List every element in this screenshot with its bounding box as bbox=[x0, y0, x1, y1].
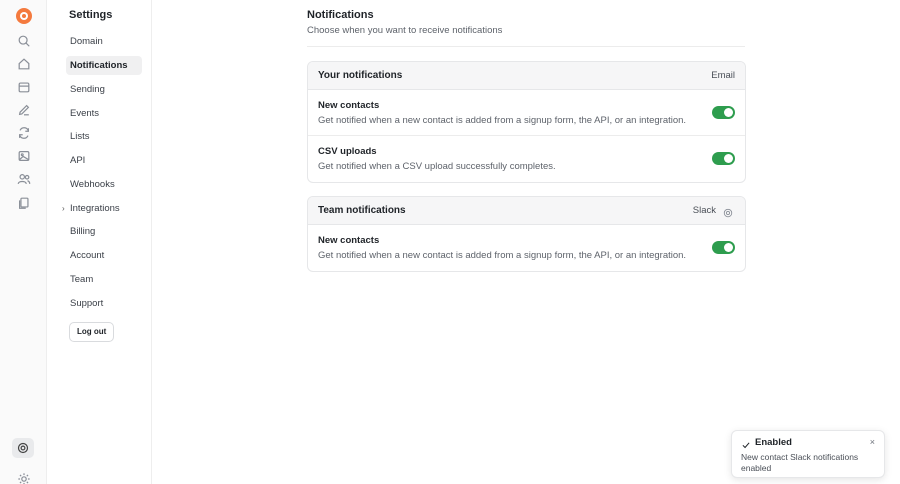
logout-button[interactable]: Log out bbox=[69, 322, 115, 342]
check-icon bbox=[741, 438, 751, 449]
sidebar-item-label: Integrations bbox=[70, 203, 120, 214]
sidebar-item-integrations[interactable]: › Integrations bbox=[62, 199, 142, 218]
sidebar-item-lists[interactable]: Lists bbox=[66, 127, 142, 146]
sidebar-item-support[interactable]: Support bbox=[66, 294, 142, 313]
toast-message: New contact Slack notifications enabled bbox=[741, 452, 859, 473]
help-icon[interactable] bbox=[12, 438, 34, 458]
search-icon[interactable] bbox=[16, 33, 32, 49]
sidebar-item-account[interactable]: Account bbox=[66, 246, 142, 265]
sidebar-item-team[interactable]: Team bbox=[66, 270, 142, 289]
card-header: Your notifications Email bbox=[308, 62, 745, 90]
logo-icon[interactable] bbox=[16, 8, 32, 24]
inbox-icon[interactable] bbox=[16, 79, 32, 95]
sun-icon[interactable] bbox=[16, 471, 32, 484]
toast-notification: Enabled × New contact Slack notification… bbox=[731, 430, 885, 478]
notification-title: New contacts bbox=[318, 100, 380, 111]
settings-title: Settings bbox=[69, 9, 113, 21]
notification-description: Get notified when a new contact is added… bbox=[318, 115, 687, 126]
icon-rail bbox=[0, 0, 47, 484]
notification-row: New contacts Get notified when a new con… bbox=[308, 225, 745, 271]
settings-sidebar: Settings Domain Notifications Sending Ev… bbox=[48, 0, 152, 484]
toast-title: Enabled bbox=[755, 437, 792, 448]
chevron-right-icon: › bbox=[62, 204, 65, 213]
team-notifications-card: Team notifications Slack New contacts Ge… bbox=[307, 196, 746, 272]
channel-label: Email bbox=[711, 70, 735, 81]
edit-icon[interactable] bbox=[16, 102, 32, 118]
card-title: Team notifications bbox=[318, 205, 406, 216]
page-title: Notifications bbox=[307, 9, 374, 21]
image-icon[interactable] bbox=[16, 148, 32, 164]
users-icon[interactable] bbox=[16, 171, 32, 187]
notification-row: CSV uploads Get notified when a CSV uplo… bbox=[308, 136, 745, 182]
sidebar-item-events[interactable]: Events bbox=[66, 104, 142, 123]
sidebar-item-webhooks[interactable]: Webhooks bbox=[66, 175, 142, 194]
sidebar-item-billing[interactable]: Billing bbox=[66, 222, 142, 241]
notification-row: New contacts Get notified when a new con… bbox=[308, 90, 745, 136]
channel-label: Slack bbox=[692, 205, 716, 216]
new-contacts-slack-toggle[interactable] bbox=[712, 241, 735, 254]
close-icon[interactable]: × bbox=[870, 437, 875, 448]
divider bbox=[307, 46, 745, 47]
files-icon[interactable] bbox=[16, 195, 32, 211]
sidebar-item-api[interactable]: API bbox=[66, 151, 142, 170]
notification-description: Get notified when a CSV upload successfu… bbox=[318, 161, 556, 172]
notification-title: New contacts bbox=[318, 235, 380, 246]
sidebar-item-domain[interactable]: Domain bbox=[66, 32, 142, 51]
new-contacts-email-toggle[interactable] bbox=[712, 106, 735, 119]
card-title: Your notifications bbox=[318, 70, 403, 81]
notification-description: Get notified when a new contact is added… bbox=[318, 250, 687, 261]
page-subtitle: Choose when you want to receive notifica… bbox=[307, 25, 503, 36]
your-notifications-card: Your notifications Email New contacts Ge… bbox=[307, 61, 746, 183]
gear-icon[interactable] bbox=[723, 206, 733, 218]
refresh-icon[interactable] bbox=[16, 125, 32, 141]
csv-uploads-email-toggle[interactable] bbox=[712, 152, 735, 165]
sidebar-item-sending[interactable]: Sending bbox=[66, 80, 142, 99]
card-header: Team notifications Slack bbox=[308, 197, 745, 225]
home-icon[interactable] bbox=[16, 56, 32, 72]
notification-title: CSV uploads bbox=[318, 146, 377, 157]
sidebar-item-notifications[interactable]: Notifications bbox=[66, 56, 142, 75]
